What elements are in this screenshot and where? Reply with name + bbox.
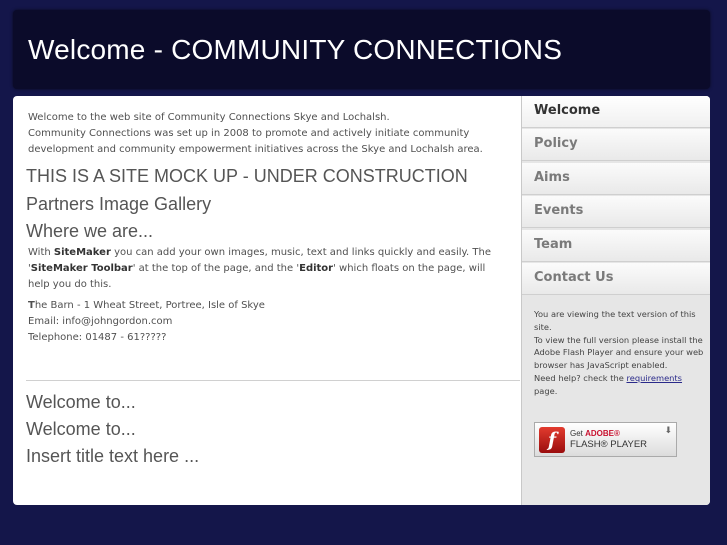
sitemaker-paragraph: With SiteMaker you can add your own imag… bbox=[28, 247, 491, 290]
intro-line-2: Community Connections was set up in 2008… bbox=[28, 128, 483, 155]
site-header: Welcome - COMMUNITY CONNECTIONS bbox=[13, 10, 710, 89]
intro-line-1: Welcome to the web site of Community Con… bbox=[28, 112, 390, 123]
nav-item-team[interactable]: Team bbox=[522, 230, 710, 262]
gallery-heading: Partners Image Gallery bbox=[26, 194, 212, 214]
welcome-heading-1: Welcome to... bbox=[26, 392, 136, 412]
address-block: The Barn - 1 Wheat Street, Portree, Isle… bbox=[28, 298, 508, 346]
flash-get-adobe-text: Get ADOBE® bbox=[570, 429, 620, 438]
content-area: Welcome to the web site of Community Con… bbox=[13, 96, 521, 505]
notice-line-2: To view the full version please install … bbox=[534, 334, 704, 371]
welcome-heading-2: Welcome to... bbox=[26, 419, 136, 439]
sitemaker-bold: SiteMaker bbox=[53, 247, 111, 258]
mockup-heading: THIS IS A SITE MOCK UP - UNDER CONSTRUCT… bbox=[26, 166, 468, 186]
editor-bold: Editor bbox=[299, 263, 334, 274]
nav-item-aims[interactable]: Aims bbox=[522, 163, 710, 195]
nav-item-policy[interactable]: Policy bbox=[522, 129, 710, 161]
toolbar-bold: SiteMaker Toolbar bbox=[30, 263, 133, 274]
where-heading: Where we are... bbox=[26, 221, 154, 241]
flash-logo-icon: f bbox=[539, 427, 565, 453]
download-arrow-icon: ⬇ bbox=[664, 426, 672, 436]
address-line: he Barn - 1 Wheat Street, Portree, Isle … bbox=[34, 300, 265, 311]
nav-item-contact-us[interactable]: Contact Us bbox=[522, 263, 710, 295]
nav-item-events[interactable]: Events bbox=[522, 196, 710, 228]
address-first-letter: T bbox=[28, 300, 35, 311]
sidebar: Welcome Policy Aims Events Team Contact … bbox=[521, 96, 710, 505]
telephone-line: Telephone: 01487 - 61????? bbox=[28, 332, 167, 343]
email-line: Email: info@johngordon.com bbox=[28, 316, 173, 327]
intro-text: Welcome to the web site of Community Con… bbox=[28, 110, 508, 158]
content-divider bbox=[26, 380, 520, 381]
get-flash-player-button[interactable]: f Get ADOBE® FLASH® PLAYER ⬇ bbox=[534, 422, 677, 457]
flash-notice: You are viewing the text version of this… bbox=[534, 309, 704, 396]
site-title: Welcome - COMMUNITY CONNECTIONS bbox=[28, 34, 563, 65]
nav-item-welcome[interactable]: Welcome bbox=[522, 96, 710, 128]
main-panel: Welcome to the web site of Community Con… bbox=[13, 96, 710, 505]
flash-player-text: FLASH® PLAYER bbox=[570, 439, 648, 450]
requirements-link[interactable]: requirements bbox=[626, 373, 682, 383]
notice-line-1: You are viewing the text version of this… bbox=[534, 309, 696, 332]
insert-title-heading: Insert title text here ... bbox=[26, 446, 200, 466]
